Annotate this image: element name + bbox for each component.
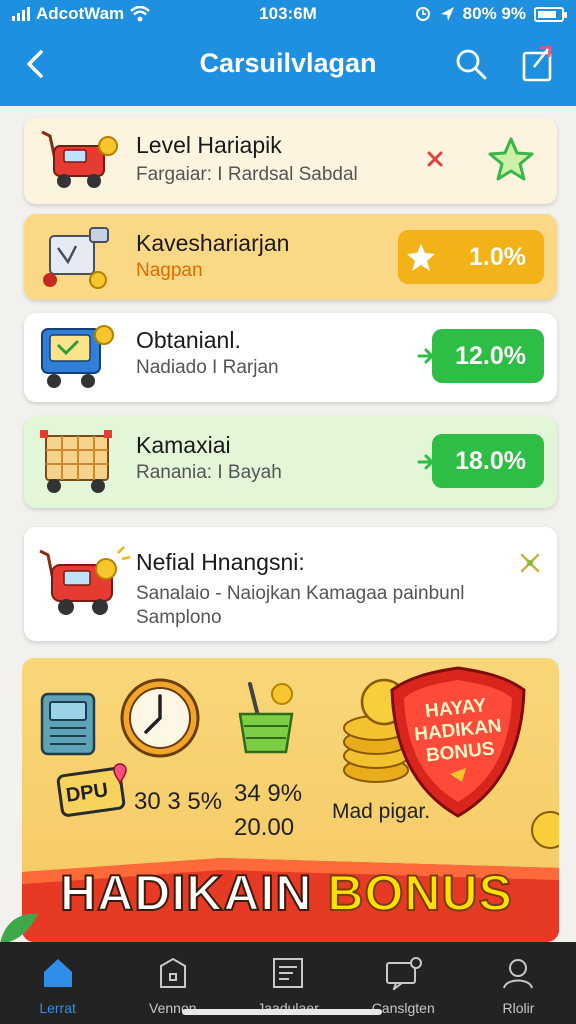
home-indicator[interactable]	[182, 1009, 382, 1015]
package-icon	[159, 957, 186, 988]
bonus-stat-3: Mad pigar.	[332, 800, 431, 823]
rate-badge: 18.0%	[432, 434, 544, 488]
status-bar: AdcotWam 103:6M 80% 9%	[0, 2, 576, 28]
atm-cart-illustration	[41, 325, 114, 388]
leaf-decoration	[0, 913, 38, 944]
battery-icon	[534, 6, 567, 22]
card-title: Kaveshariarjan	[136, 230, 290, 256]
card-subtitle: Nagpan	[136, 260, 203, 281]
rate-badge: 1.0%	[398, 230, 544, 284]
location-icon	[440, 7, 454, 21]
clock: 103:6M	[259, 4, 317, 23]
nav-item-home[interactable]: Lerrat	[0, 942, 115, 1024]
home-icon	[43, 959, 72, 987]
bonus-ribbon-text: HADIKAIN BONUS	[59, 864, 513, 922]
nav-label: Rlolir	[502, 1000, 535, 1016]
bonus-stat-1: 30 3 5%	[134, 788, 223, 815]
rate-value: 18.0%	[455, 446, 526, 475]
card-subtitle: Nadiado I Rarjan	[136, 357, 279, 378]
list-item-kamaxiai[interactable]: Kamaxiai Ranania: I Bayah 18.0%	[24, 416, 557, 508]
profile-icon	[503, 959, 534, 989]
card-subtitle: Ranania: I Bayah	[136, 462, 282, 483]
coin-icon	[531, 811, 559, 849]
list-item-kaveshariarjan[interactable]: Kaveshariarjan Nagpan 1.0%	[24, 214, 557, 300]
alarm-icon	[415, 7, 430, 21]
share-icon[interactable]	[520, 45, 556, 83]
register-illustration	[40, 692, 96, 756]
card-title: Obtanianl.	[136, 327, 241, 353]
app-header: AdcotWam 103:6M 80% 9% Carsuilvlagan	[0, 0, 576, 106]
page-title: Carsuilvlagan	[199, 48, 377, 78]
sparkle-icon	[520, 553, 540, 573]
bonus-badge-text: HAYAY HADIKAN BONUS	[413, 694, 503, 767]
star-icon	[407, 244, 435, 271]
x-mark-icon	[427, 151, 443, 167]
car-cart-illustration	[39, 546, 131, 615]
clock-illustration	[120, 678, 200, 758]
battery-percentage: 80% 9%	[462, 4, 526, 23]
list-item-level[interactable]: Level Hariapik Fargaiar: I Rardsal Sabda…	[24, 118, 557, 204]
rate-value: 1.0%	[469, 242, 526, 271]
nav-label: Lerrat	[39, 1000, 76, 1016]
nav-item-profile[interactable]: Rlolir	[461, 942, 576, 1024]
bonus-banner[interactable]: HAYAY HADIKAN BONUS DPU 30 3 5% 34 9% 20…	[22, 658, 559, 942]
chat-icon	[386, 957, 423, 990]
bonus-stat-2-sub: 20.00	[234, 814, 295, 841]
card-title: Kamaxiai	[136, 432, 231, 458]
cashbox-illustration	[43, 227, 109, 289]
document-icon	[273, 958, 303, 988]
card-subtitle-continued: Samplono	[136, 607, 222, 628]
search-icon[interactable]	[454, 47, 488, 81]
basket-illustration	[238, 682, 294, 754]
card-subtitle: Sanalaio - Naiojkan Kamagaa painbunl	[136, 583, 465, 604]
card-title: Nefial Hnangsni:	[136, 549, 305, 575]
card-subtitle: Fargaiar: I Rardsal Sabdal	[136, 164, 358, 185]
rate-badge: 12.0%	[432, 329, 544, 383]
rate-value: 12.0%	[455, 341, 526, 370]
list-item-nefial[interactable]: Nefial Hnangsni: Sanalaio - Naiojkan Kam…	[24, 527, 557, 641]
cart-illustration	[41, 130, 118, 188]
favorite-star-icon[interactable]	[488, 136, 534, 182]
bonus-stat-2: 34 9%	[234, 780, 303, 807]
grid-cart-illustration	[40, 430, 112, 493]
card-title: Level Hariapik	[136, 132, 282, 158]
list-item-obtanianl[interactable]: Obtanianl. Nadiado I Rarjan 12.0%	[24, 313, 557, 402]
